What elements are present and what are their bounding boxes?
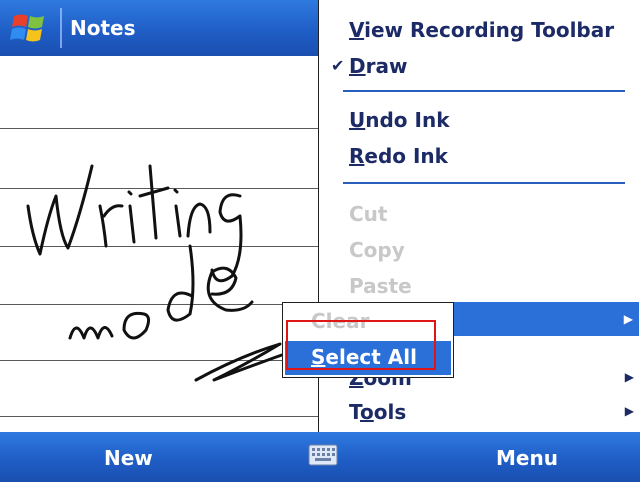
menu-item-undo-ink[interactable]: Undo Ink (349, 108, 450, 132)
menu-item-paste: Paste (349, 274, 412, 298)
annotation-box (286, 320, 436, 370)
chevron-right-icon: ▶ (624, 370, 634, 384)
menu-button[interactable]: Menu (496, 446, 558, 470)
handwriting-ink (26, 164, 298, 382)
menu-separator (343, 90, 625, 92)
softkey-bar: New Menu (0, 432, 640, 482)
menu-separator (343, 182, 625, 184)
chevron-right-icon: ▶ (623, 312, 633, 326)
menu-item-view-recording-toolbar[interactable]: View Recording Toolbar (349, 18, 614, 42)
menu-item-copy: Copy (349, 238, 405, 262)
menu-item-redo-ink[interactable]: Redo Ink (349, 144, 448, 168)
app-title: Notes (70, 16, 136, 40)
chevron-right-icon: ▶ (624, 404, 634, 418)
keyboard-icon[interactable] (308, 444, 338, 466)
menu-item-tools[interactable]: Tools (349, 400, 406, 424)
windows-flag-icon[interactable] (8, 10, 54, 48)
new-button[interactable]: New (104, 446, 153, 470)
menu-item-cut: Cut (349, 202, 388, 226)
checkmark-icon: ✔ (331, 56, 345, 75)
title-separator (60, 8, 62, 48)
menu-item-draw[interactable]: Draw (349, 54, 407, 78)
